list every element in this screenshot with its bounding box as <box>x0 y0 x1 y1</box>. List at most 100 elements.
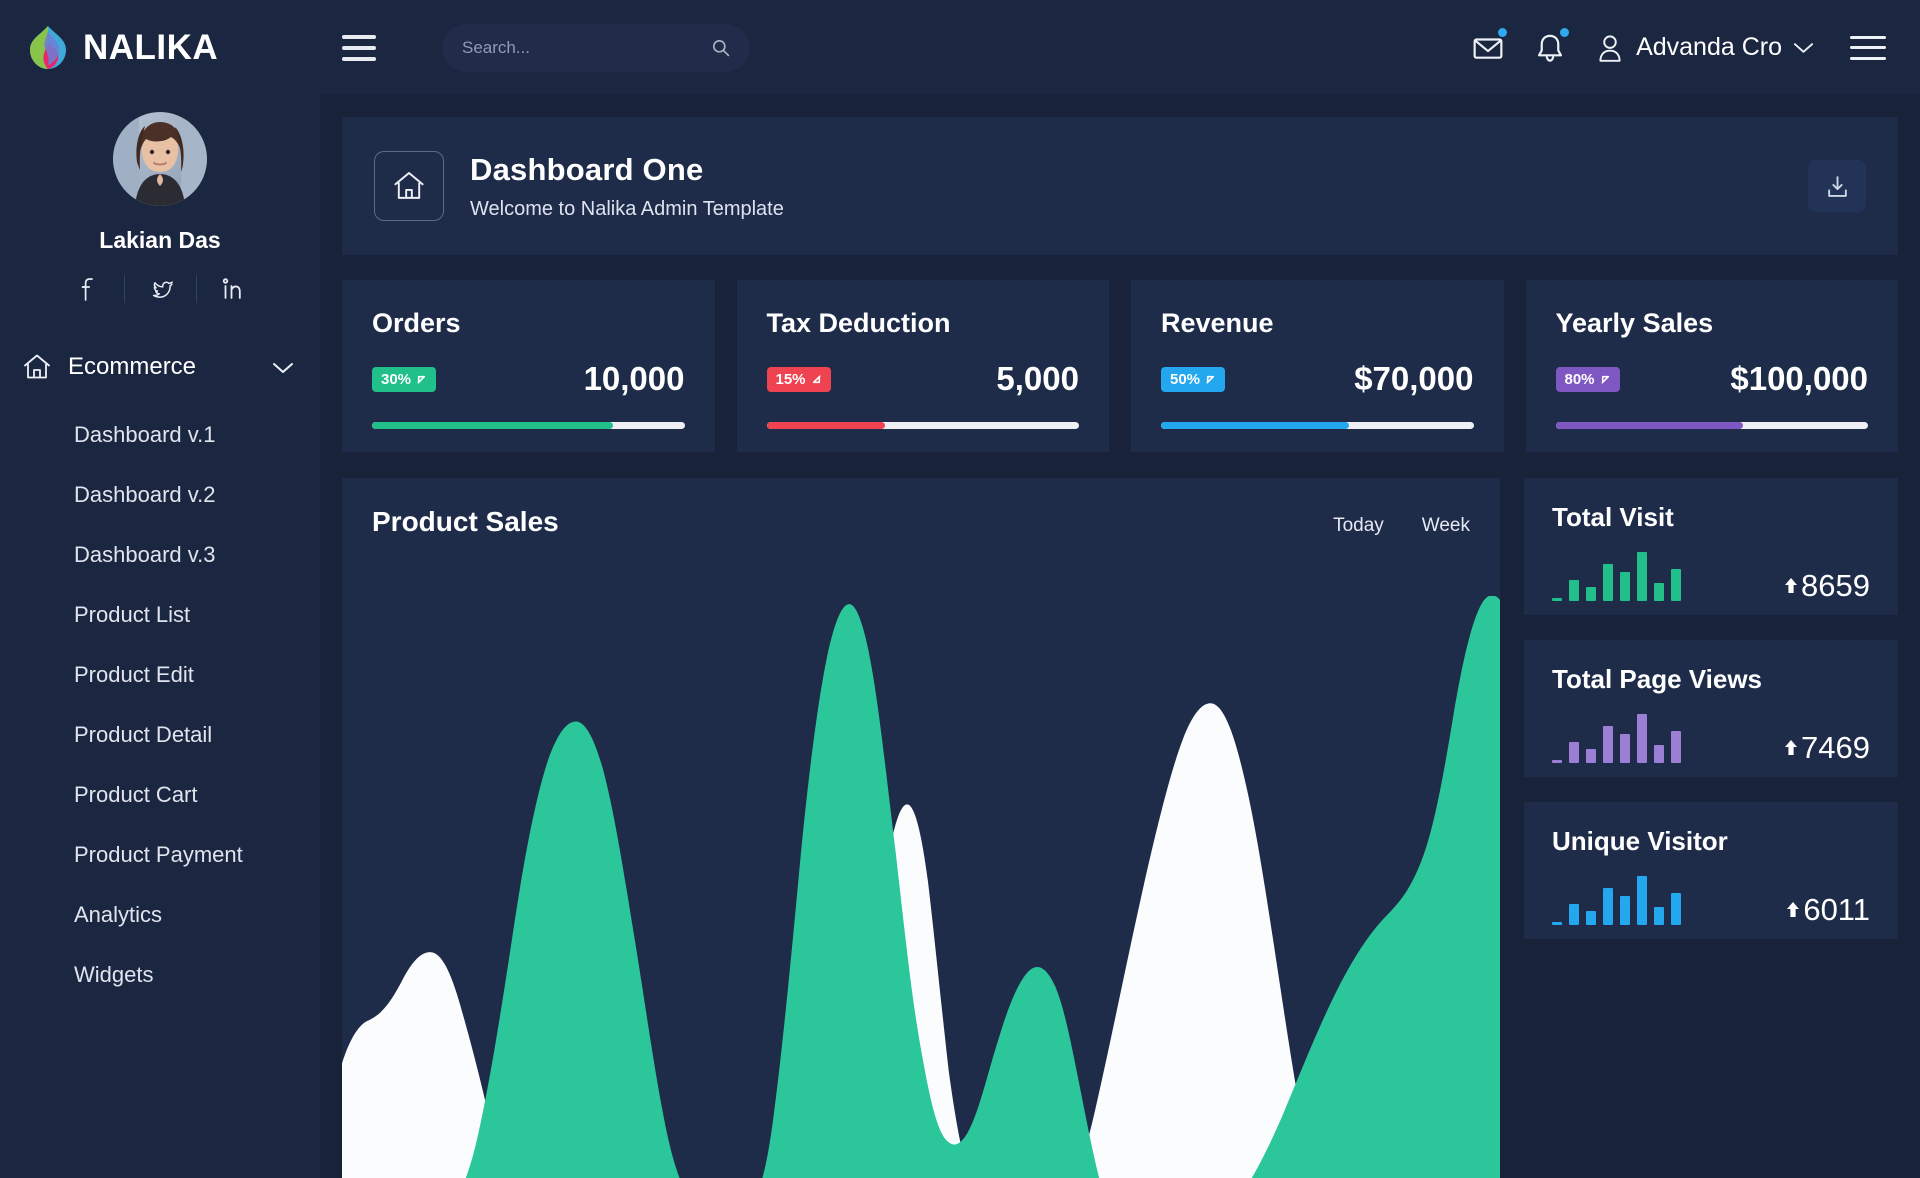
social-link-twitter[interactable] <box>124 275 196 303</box>
sidebar-group-ecommerce[interactable]: Ecommerce <box>0 343 320 391</box>
mini-stat-title: Unique Visitor <box>1552 826 1728 856</box>
stat-row: 30% 10,000 <box>372 360 685 398</box>
facebook-icon <box>81 278 93 301</box>
mini-stat-row: 6011 <box>1552 873 1870 925</box>
right-panel-toggle-button[interactable] <box>1850 35 1886 60</box>
arrow-up-icon <box>1206 375 1215 384</box>
mini-stat-value-wrap: 8659 <box>1783 570 1870 601</box>
spark-bar <box>1552 760 1562 763</box>
stat-value: 5,000 <box>996 360 1079 397</box>
sidebar-item-dashboard-v3[interactable]: Dashboard v.3 <box>0 525 320 585</box>
hamburger-line <box>342 34 376 39</box>
user-menu[interactable]: Advanda Cro <box>1595 32 1814 64</box>
spark-bar <box>1637 713 1647 763</box>
spark-bar <box>1552 598 1562 601</box>
status-badge: 80% <box>1555 366 1620 392</box>
sidebar-item-widgets[interactable]: Widgets <box>0 945 320 1005</box>
arrow-up-icon <box>1787 901 1800 917</box>
stat-title: Revenue <box>1161 308 1274 338</box>
social-link-facebook[interactable] <box>52 275 124 303</box>
spark-bar <box>1620 733 1630 763</box>
stat-row: 15% 5,000 <box>766 360 1079 398</box>
mini-stat-unique-visitor: Unique Visitor 6011 <box>1524 802 1898 939</box>
badge-percent: 50% <box>1170 370 1201 388</box>
linkedin-icon <box>222 278 241 299</box>
sidebar-item-product-list[interactable]: Product List <box>0 585 320 645</box>
spark-bar <box>1637 875 1647 925</box>
sidebar-item-product-payment[interactable]: Product Payment <box>0 825 320 885</box>
sidebar-item-product-cart[interactable]: Product Cart <box>0 765 320 825</box>
user-avatar-icon <box>1599 34 1621 62</box>
arrow-up-icon <box>1785 577 1798 593</box>
progress-track <box>1161 422 1474 429</box>
spark-bar <box>1586 749 1596 763</box>
chevron-down-icon <box>1793 43 1814 53</box>
spark-bar <box>1620 571 1630 601</box>
search-box[interactable] <box>442 23 750 72</box>
stat-value: 10,000 <box>583 360 685 397</box>
stat-value: $70,000 <box>1354 360 1474 397</box>
hamburger-line <box>1850 56 1886 60</box>
spark-bar <box>1603 725 1613 763</box>
mini-stat-title: Total Visit <box>1552 502 1674 532</box>
chart-title: Product Sales <box>372 506 559 537</box>
sidebar-item-product-detail[interactable]: Product Detail <box>0 705 320 765</box>
mini-stat-row: 7469 <box>1552 711 1870 763</box>
mini-stat-value: 8659 <box>1801 568 1870 603</box>
spark-bar <box>1654 583 1664 601</box>
progress-fill <box>766 422 886 429</box>
page-header-banner: Dashboard One Welcome to Nalika Admin Te… <box>342 117 1898 255</box>
arrow-up-icon <box>1785 739 1798 755</box>
mini-stat-value-wrap: 6011 <box>1785 894 1870 925</box>
tab-week[interactable]: Week <box>1422 515 1470 537</box>
user-photo <box>113 112 207 206</box>
sidebar-item-dashboard-v2[interactable]: Dashboard v.2 <box>0 465 320 525</box>
sidebar-item-dashboard-v1[interactable]: Dashboard v.1 <box>0 405 320 465</box>
notifications-button[interactable] <box>1533 27 1570 65</box>
sidebar-profile: Lakian Das <box>0 112 320 303</box>
page-header-text: Dashboard One Welcome to Nalika Admin Te… <box>470 152 784 221</box>
top-navigation-bar: NALIKA Search... Advanda Cro <box>0 0 1920 95</box>
hamburger-line <box>1850 46 1886 49</box>
spark-bar <box>1637 551 1647 601</box>
avatar[interactable] <box>113 112 207 206</box>
mini-stat-value: 6011 <box>1803 892 1870 927</box>
tab-today[interactable]: Today <box>1333 515 1384 537</box>
twitter-icon <box>152 281 173 298</box>
spark-bar <box>1671 568 1681 601</box>
progress-fill <box>1555 422 1743 429</box>
stat-title: Yearly Sales <box>1555 308 1714 338</box>
arrow-down-icon <box>812 374 821 383</box>
badge-percent: 30% <box>381 370 412 388</box>
page-title: Dashboard One <box>470 151 704 187</box>
spark-bar <box>1603 563 1613 601</box>
brand-logo-area[interactable]: NALIKA <box>0 25 320 71</box>
sparkline-bars <box>1552 549 1681 601</box>
sidebar-item-product-edit[interactable]: Product Edit <box>0 645 320 705</box>
search-input[interactable] <box>462 37 711 58</box>
notification-dot <box>1498 27 1508 37</box>
download-button[interactable] <box>1808 160 1866 212</box>
stat-card-tax-deduction: Tax Deduction 15% 5,000 <box>736 280 1109 452</box>
status-badge: 30% <box>372 366 437 392</box>
mini-stats-rail: Total Visit 8659 Total Page Views 7469 U… <box>1524 478 1898 1178</box>
sidebar-toggle-button[interactable] <box>342 34 376 61</box>
social-link-linkedin[interactable] <box>196 275 268 303</box>
spark-bar <box>1586 911 1596 925</box>
progress-track <box>1555 422 1868 429</box>
home-icon <box>394 172 424 199</box>
area-chart-svg <box>342 596 1500 1178</box>
spark-bar <box>1620 895 1630 925</box>
sidebar-item-analytics[interactable]: Analytics <box>0 885 320 945</box>
mini-stat-value: 7469 <box>1801 730 1870 765</box>
product-sales-chart <box>342 596 1500 1178</box>
lower-grid: Product Sales Today Week Total Visit 865… <box>342 478 1898 1178</box>
stat-value: $100,000 <box>1730 360 1868 397</box>
progress-track <box>766 422 1079 429</box>
messages-button[interactable] <box>1471 27 1508 65</box>
flame-logo-icon <box>30 25 66 69</box>
stat-row: 50% $70,000 <box>1161 360 1474 398</box>
search-icon <box>712 39 730 57</box>
brand-name: NALIKA <box>83 27 219 67</box>
mini-stat-total-page-views: Total Page Views 7469 <box>1524 640 1898 777</box>
